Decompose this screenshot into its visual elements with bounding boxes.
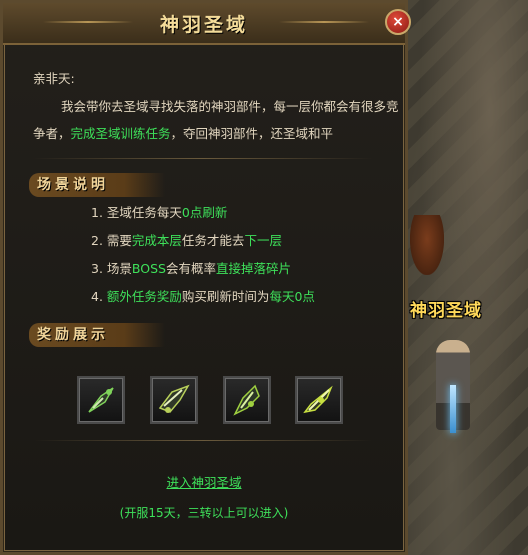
- rule-text: 任务才能去: [181, 233, 245, 248]
- reward-item-slot[interactable]: [150, 376, 198, 424]
- game-scene-background: [400, 0, 528, 555]
- dialog-title: 神羽圣域: [159, 14, 248, 36]
- npc-dialog: 神羽圣域 × 亲非天: 我会带你去圣域寻找失落的神羽部件，每一层你都会有很多竞 …: [0, 0, 411, 555]
- reward-item-slot[interactable]: [77, 376, 125, 424]
- description-line-2: 争者，完成圣域训练任务，夺回神羽部件，还圣域和平: [33, 123, 333, 142]
- section-header-rewards: 奖励展示: [29, 323, 165, 347]
- section-header-scene-info: 场景说明: [29, 173, 165, 197]
- greeting-text: 亲非天:: [33, 71, 75, 86]
- rule-item: 3. 场景BOSS会有概率直接掉落碎片: [91, 258, 291, 277]
- feather-part-icon: [158, 384, 190, 413]
- rule-text: 1. 圣域任务每天: [91, 205, 182, 220]
- close-icon: ×: [392, 14, 404, 30]
- divider: [33, 158, 373, 159]
- entry-condition-text: (开服15天，三转以上可以进入): [119, 506, 289, 520]
- rule-text: 购买刷新时间为: [181, 289, 270, 304]
- divider: [33, 440, 373, 441]
- highlight-text: 完成圣域训练任务: [70, 126, 171, 141]
- description-text: 争者，: [33, 126, 71, 141]
- rule-highlight: BOSS: [131, 261, 166, 276]
- enter-sanctuary-link[interactable]: 进入神羽圣域: [3, 472, 405, 491]
- dialog-title-bar: 神羽圣域 ×: [3, 3, 411, 45]
- description-text: ，夺回神羽部件，还圣域和平: [170, 126, 334, 141]
- glowing-staff: [450, 385, 456, 433]
- rule-highlight: 0点刷新: [181, 205, 228, 220]
- rule-text: 2. 需要: [91, 233, 132, 248]
- rule-text: 会有概率: [165, 261, 216, 276]
- npc-figure: [410, 215, 444, 275]
- rule-highlight: 下一层: [244, 233, 282, 248]
- rule-item: 2. 需要完成本层任务才能去下一层: [91, 230, 282, 249]
- rule-text: 3. 场景: [91, 261, 132, 276]
- rule-item: 4. 额外任务奖励购买刷新时间为每天0点: [91, 286, 315, 305]
- feather-part-icon: [233, 384, 260, 416]
- close-button[interactable]: ×: [385, 9, 411, 35]
- description-line-1: 我会带你去圣域寻找失落的神羽部件，每一层你都会有很多竞: [61, 99, 399, 114]
- rule-item: 1. 圣域任务每天0点刷新: [91, 202, 227, 221]
- feather-part-icon: [88, 387, 114, 413]
- rule-text: 4.: [91, 289, 107, 304]
- rule-highlight: 直接掉落碎片: [216, 261, 292, 276]
- rule-highlight: 完成本层: [131, 233, 182, 248]
- rule-highlight: 每天0点: [269, 289, 315, 304]
- reward-item-slot[interactable]: [295, 376, 343, 424]
- rule-highlight: 额外任务奖励: [106, 289, 182, 304]
- scene-npc-name-label: 神羽圣域: [410, 301, 482, 321]
- feather-part-icon: [303, 385, 333, 414]
- reward-item-slot[interactable]: [223, 376, 271, 424]
